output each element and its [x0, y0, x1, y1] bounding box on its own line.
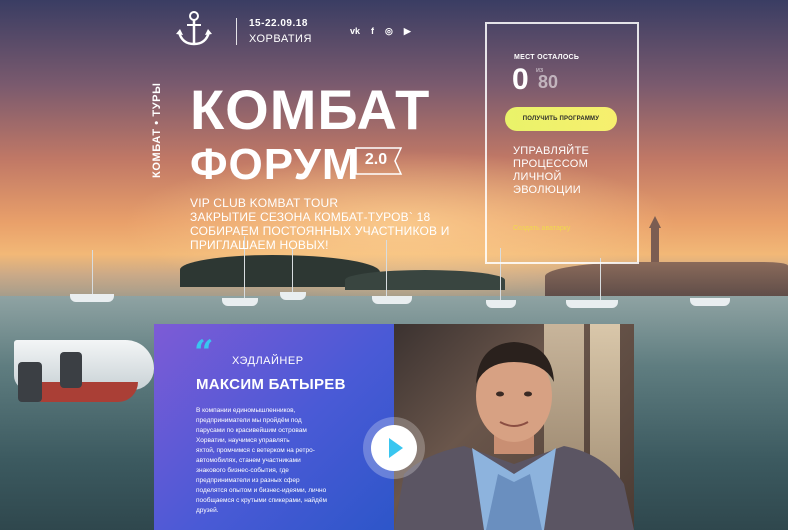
- bio-line: яхтой, промчимся с ветерком на ретро-: [196, 447, 315, 454]
- intro-line: VIP CLUB KOMBAT TOUR: [190, 196, 339, 210]
- intro-line: СОБИРАЕМ ПОСТОЯННЫХ УЧАСТНИКОВ И: [190, 224, 450, 238]
- slogan-line: ЛИЧНОЙ: [513, 171, 562, 183]
- youtube-icon[interactable]: ▶: [404, 26, 411, 36]
- outboard-motor: [60, 352, 82, 388]
- bio-line: В компании единомышленников,: [196, 407, 296, 414]
- instagram-icon[interactable]: ◎: [385, 26, 393, 36]
- get-program-button[interactable]: ПОЛУЧИТЬ ПРОГРАММУ: [505, 107, 617, 131]
- headliner-info: “ ХЭДЛАЙНЕР МАКСИМ БАТЫРЕВ В компании ед…: [154, 324, 394, 530]
- intro-text: VIP CLUB KOMBAT TOUR ЗАКРЫТИЕ СЕЗОНА КОМ…: [190, 196, 450, 252]
- slogan-line: УПРАВЛЯЙТЕ: [513, 145, 590, 157]
- create-avatar-link[interactable]: Создать аватарку: [513, 225, 570, 232]
- quote-icon: “: [194, 333, 214, 373]
- moored-boat: [690, 298, 730, 306]
- page-title-line2: ФОРУМ: [190, 140, 360, 189]
- moored-boat: [486, 300, 516, 308]
- headliner-section: “ ХЭДЛАЙНЕР МАКСИМ БАТЫРЕВ В компании ед…: [154, 324, 634, 530]
- moored-boat: [372, 296, 412, 304]
- bio-line: предприниматели мы пройдём под: [196, 417, 302, 424]
- facebook-icon[interactable]: f: [371, 26, 374, 36]
- bio-line: предприниматели из разных сфер: [196, 477, 300, 484]
- bio-line: поделятся опытом и бизнес-идеями, лично: [196, 487, 327, 494]
- page-title-line1: КОМБАТ: [190, 78, 431, 141]
- event-location: ХОРВАТИЯ: [249, 33, 312, 45]
- bio-line: пообщаемся с крутыми спикерами, найдём: [196, 497, 327, 504]
- bio-line: знакового бизнес-события, где: [196, 467, 289, 474]
- seats-left-count: 0: [512, 63, 529, 96]
- social-links: vk f ◎ ▶: [350, 26, 411, 36]
- event-dates: 15-22.09.18: [249, 18, 308, 29]
- boat-mast: [292, 248, 293, 294]
- boat-mast: [92, 250, 93, 298]
- moored-boat: [280, 292, 306, 300]
- vertical-brand-text: КОМБАТ • ТУРЫ: [151, 82, 163, 178]
- slogan-line: ЭВОЛЮЦИИ: [513, 184, 581, 196]
- version-badge: 2.0: [364, 151, 388, 168]
- moored-boat: [222, 298, 258, 306]
- bio-line: друзей.: [196, 507, 219, 514]
- coastal-town: [545, 262, 788, 298]
- seats-total-count: 80: [538, 72, 559, 92]
- headliner-name: МАКСИМ БАТЫРЕВ: [196, 376, 346, 393]
- intro-line: ЗАКРЫТИЕ СЕЗОНА КОМБАТ-ТУРОВ` 18: [190, 210, 431, 224]
- vertical-brand: КОМБАТ • ТУРЫ: [151, 82, 163, 178]
- slogan-line: ПРОЦЕССОМ: [513, 158, 589, 170]
- vk-icon[interactable]: vk: [350, 26, 360, 36]
- seats-label: МЕСТ ОСТАЛОСЬ: [514, 54, 580, 61]
- motorboat-hull: [28, 382, 138, 402]
- event-date-block: 15-22.09.18 ХОРВАТИЯ: [236, 18, 312, 45]
- boat-mast: [600, 258, 601, 300]
- bio-line: автомобилях, станем участниками: [196, 457, 301, 464]
- headliner-portrait: [394, 342, 634, 530]
- intro-line: ПРИГЛАШАЕМ НОВЫХ!: [190, 238, 329, 252]
- anchor-logo-icon[interactable]: [174, 10, 214, 50]
- outboard-motor: [18, 362, 42, 402]
- island-silhouette-small: [345, 270, 505, 290]
- moored-boat: [70, 294, 114, 302]
- play-video-button[interactable]: [371, 425, 417, 471]
- headliner-role: ХЭДЛАЙНЕР: [232, 355, 304, 367]
- headliner-bio: В компании единомышленников, предпринима…: [196, 406, 361, 516]
- registration-panel: МЕСТ ОСТАЛОСЬ 0 из 80 ПОЛУЧИТЬ ПРОГРАММУ…: [485, 22, 639, 264]
- bio-line: Хорватии, научимся управлять: [196, 437, 290, 444]
- slogan: УПРАВЛЯЙТЕ ПРОЦЕССОМ ЛИЧНОЙ ЭВОЛЮЦИИ: [513, 145, 623, 197]
- bio-line: парусами по красивейшим островам: [196, 427, 307, 434]
- moored-boat: [566, 300, 618, 308]
